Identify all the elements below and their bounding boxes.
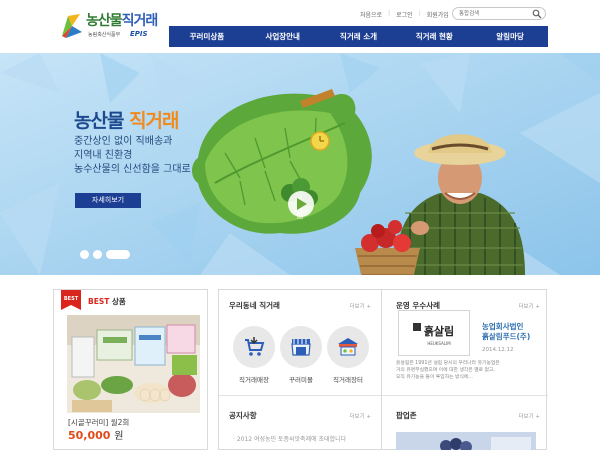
nav-item-status[interactable]: 직거래 현황: [396, 26, 472, 47]
store-icon: [291, 339, 311, 356]
slide-dot-2[interactable]: [93, 250, 102, 259]
hero-line: 중간상인 없이 직배송과: [74, 136, 173, 147]
search-input[interactable]: [459, 9, 529, 19]
local-item-store[interactable]: [233, 326, 275, 368]
util-separator: |: [418, 10, 421, 17]
shop-logo-text: 흙살림: [424, 324, 454, 338]
best-product-panel: BEST BEST 상품 [시골꾸러미] 월2회 50,000 원: [53, 289, 208, 450]
best-header: BEST BEST 상품: [54, 290, 207, 312]
hero-line: 농수산물의 신선함을 그대로: [74, 164, 191, 175]
main-nav: 꾸러미상품 사업장안내 직거래 소개 직거래 현황 알림마당: [169, 26, 548, 47]
section-divider: [219, 395, 383, 396]
market-tent-icon: [338, 338, 358, 356]
nav-item-intro[interactable]: 직거래 소개: [321, 26, 397, 47]
notice-more-link[interactable]: 더보기 +: [349, 412, 371, 420]
local-trade-title: 우리동네 직거래: [229, 301, 280, 310]
popup-zone-title: 팝업존: [396, 411, 417, 420]
hero-detail-button[interactable]: 자세히보기: [75, 193, 141, 208]
utility-links: 처음으로 | 로그인 | 회원가입: [360, 10, 449, 22]
header: 농산물직거래 농림축산식품부 EPIS 처음으로 | 로그인 | 회원가입 꾸러…: [0, 0, 600, 50]
best-product-image[interactable]: [67, 315, 200, 413]
search-icon[interactable]: [532, 9, 542, 19]
best-badge-text: BEST: [64, 296, 79, 302]
local-trade-more-link[interactable]: 더보기 +: [349, 302, 371, 310]
logo-epis: EPIS: [130, 30, 148, 38]
shop-name[interactable]: 농업회사법인 흙살림푸드(주): [482, 322, 530, 342]
local-item-mall[interactable]: [280, 326, 322, 368]
local-item-market[interactable]: [327, 326, 369, 368]
hero-line: 지역내 친환경: [74, 150, 133, 161]
popup-banner-image[interactable]: [396, 432, 536, 450]
site-logo[interactable]: 농산물직거래 농림축산식품부 EPIS: [58, 8, 158, 46]
slide-indicators: [80, 250, 130, 259]
nav-item-business[interactable]: 사업장안내: [245, 26, 321, 47]
hero-description: 중간상인 없이 직배송과 지역내 친환경 농수산물의 신선함을 그대로: [74, 135, 191, 177]
util-link-join[interactable]: 회원가입: [427, 10, 449, 22]
best-badge-icon: BEST: [61, 290, 81, 310]
slide-dot-active[interactable]: [106, 250, 130, 259]
local-item-market-label[interactable]: 직거래장터: [321, 374, 375, 384]
best-product-price: 50,000 원: [68, 429, 124, 442]
hero-banner: 농산물 직거래 중간상인 없이 직배송과 지역내 친환경 농수산물의 신선함을 …: [0, 53, 600, 275]
logo-subtitle: 농림축산식품부: [88, 32, 121, 38]
util-link-login[interactable]: 로그인: [396, 10, 413, 22]
logo-mark-icon: [62, 14, 82, 38]
slide-dot-1[interactable]: [80, 250, 89, 259]
popup-more-link[interactable]: 더보기 +: [518, 412, 540, 420]
shop-date: 2014.12.12: [482, 347, 514, 353]
local-item-mall-label[interactable]: 꾸러미몰: [274, 374, 328, 384]
nav-item-notice[interactable]: 알림마당: [472, 26, 548, 47]
shop-logo-en: HEUKSALIM: [427, 341, 451, 346]
util-separator: |: [388, 10, 391, 17]
nav-item-package[interactable]: 꾸러미상품: [169, 26, 245, 47]
shop-logo[interactable]: 흙살림 HEUKSALIM: [398, 310, 470, 356]
heuksalim-logo-icon: 흙살림 HEUKSALIM: [413, 323, 454, 346]
excellent-more-link[interactable]: 더보기 +: [518, 302, 540, 310]
util-link-home[interactable]: 처음으로: [360, 10, 382, 22]
hero-title: 농산물 직거래: [74, 110, 180, 132]
local-item-store-label[interactable]: 직거래매장: [227, 374, 281, 384]
search-box: [452, 7, 546, 20]
section-divider: [382, 395, 548, 396]
excellent-case-panel: 운영 우수사례 더보기 + 흙살림 HEUKSALIM 농업회사법인 흙살림푸드…: [381, 289, 548, 450]
best-title: BEST 상품: [88, 297, 126, 306]
notice-item[interactable]: · 2012 여성농민 토종씨앗축제에 초대합니다: [233, 434, 346, 443]
cart-icon: [245, 337, 265, 356]
page: 농산물직거래 농림축산식품부 EPIS 처음으로 | 로그인 | 회원가입 꾸러…: [0, 0, 600, 450]
shop-description: 흙살림은 1991년 설립 당시의 우리나라 유기농업은 거의 유명무실했으며 …: [396, 361, 500, 380]
local-trade-panel: 우리동네 직거래 더보기 + 직거래매장 꾸러미몰 직거래장터 공지사항 더보기…: [218, 289, 383, 450]
logo-title: 농산물직거래: [86, 13, 158, 29]
notice-title: 공지사항: [229, 411, 257, 420]
